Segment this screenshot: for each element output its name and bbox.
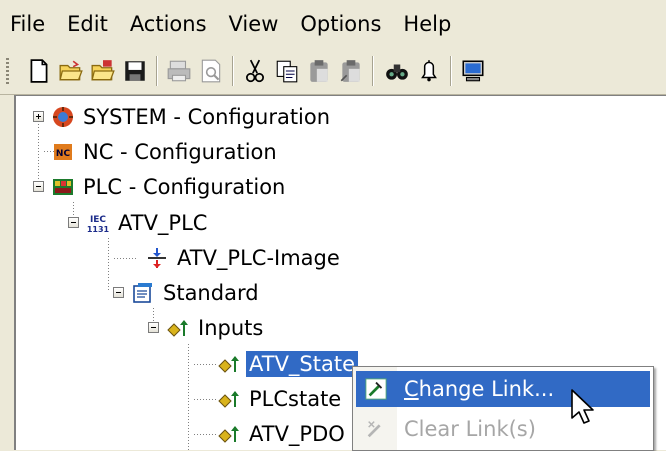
tree-node-label: Inputs bbox=[198, 316, 264, 340]
tree-node-label: Standard bbox=[163, 281, 259, 305]
tree-node-atv-state[interactable]: ATV_State bbox=[216, 349, 359, 379]
tree-node-label: ATV_PLC-Image bbox=[177, 246, 340, 270]
svg-text:IEC: IEC bbox=[90, 215, 106, 225]
toolbar-grip[interactable] bbox=[6, 58, 9, 84]
toolbar bbox=[0, 48, 666, 95]
mouse-cursor-icon bbox=[571, 389, 594, 424]
nc-config-icon: NC bbox=[50, 139, 76, 165]
print-preview-icon[interactable] bbox=[196, 56, 226, 86]
input-variable-icon bbox=[216, 351, 242, 377]
paste-icon[interactable] bbox=[304, 56, 334, 86]
system-config-icon bbox=[50, 104, 76, 130]
tree-node-label: SYSTEM - Configuration bbox=[83, 105, 331, 129]
tree-node-system-configuration[interactable]: SYSTEM - Configuration bbox=[50, 102, 333, 132]
clear-link-icon bbox=[356, 411, 396, 447]
svg-text:1131: 1131 bbox=[87, 225, 110, 234]
menu-options[interactable]: Options bbox=[292, 0, 389, 48]
plc-config-icon bbox=[50, 174, 76, 200]
inputs-folder-icon bbox=[165, 315, 191, 341]
collapse-standard-toggle[interactable] bbox=[113, 287, 124, 298]
change-link-icon bbox=[356, 371, 396, 407]
tree-node-standard[interactable]: Standard bbox=[130, 278, 262, 308]
cut-icon[interactable] bbox=[240, 56, 270, 86]
input-variable-icon bbox=[216, 421, 242, 447]
print-icon[interactable] bbox=[164, 56, 194, 86]
plc-image-icon bbox=[144, 245, 170, 271]
tree-node-label: PLCstate bbox=[249, 387, 342, 411]
iec-1131-icon: IEC 1131 bbox=[85, 210, 111, 236]
expand-system-toggle[interactable] bbox=[33, 111, 44, 122]
menu-actions[interactable]: Actions bbox=[122, 0, 215, 48]
copy-icon[interactable] bbox=[272, 56, 302, 86]
tree-node-atv-plc[interactable]: IEC 1131 ATV_PLC bbox=[85, 208, 210, 238]
tree-node-label: NC - Configuration bbox=[83, 140, 277, 164]
bell-icon[interactable] bbox=[414, 56, 444, 86]
clear-link-menu-item[interactable]: Clear Link(s) bbox=[356, 411, 650, 447]
open-folder-alt-icon[interactable] bbox=[88, 56, 118, 86]
collapse-plc-toggle[interactable] bbox=[33, 181, 44, 192]
clear-link-label: Clear Link(s) bbox=[404, 417, 536, 441]
tree-node-label: ATV_PLC bbox=[118, 211, 208, 235]
tree-node-plcstate[interactable]: PLCstate bbox=[216, 384, 344, 414]
context-menu: Change Link... Clear Link(s) bbox=[352, 366, 654, 451]
tree-node-atv-pdo[interactable]: ATV_PDO bbox=[216, 419, 348, 449]
menu-file[interactable]: File bbox=[6, 0, 53, 48]
menu-edit[interactable]: Edit bbox=[59, 0, 116, 48]
monitor-icon[interactable] bbox=[458, 56, 488, 86]
menu-bar: File Edit Actions View Options Help bbox=[0, 0, 666, 48]
tree-node-label: PLC - Configuration bbox=[83, 175, 286, 199]
tree-node-inputs[interactable]: Inputs bbox=[165, 313, 266, 343]
standard-task-icon bbox=[130, 280, 156, 306]
new-document-icon[interactable] bbox=[24, 56, 54, 86]
paste-alt-icon[interactable] bbox=[336, 56, 366, 86]
change-link-label: Change Link... bbox=[404, 377, 555, 401]
tree-node-nc-configuration[interactable]: NC NC - Configuration bbox=[50, 137, 280, 167]
tree-node-plc-configuration[interactable]: PLC - Configuration bbox=[50, 172, 288, 202]
find-icon[interactable] bbox=[382, 56, 412, 86]
svg-text:NC: NC bbox=[56, 149, 71, 159]
save-icon[interactable] bbox=[120, 56, 150, 86]
tree-node-atv-plc-image[interactable]: ATV_PLC-Image bbox=[144, 243, 343, 273]
change-link-menu-item[interactable]: Change Link... bbox=[356, 371, 650, 407]
menu-help[interactable]: Help bbox=[395, 0, 459, 48]
collapse-atv-plc-toggle[interactable] bbox=[68, 217, 79, 228]
input-variable-icon bbox=[216, 386, 242, 412]
menu-view[interactable]: View bbox=[221, 0, 287, 48]
tree-node-label: ATV_PDO bbox=[249, 422, 345, 446]
tree-node-label: ATV_State bbox=[246, 351, 359, 377]
open-folder-icon[interactable] bbox=[56, 56, 86, 86]
collapse-inputs-toggle[interactable] bbox=[148, 322, 159, 333]
